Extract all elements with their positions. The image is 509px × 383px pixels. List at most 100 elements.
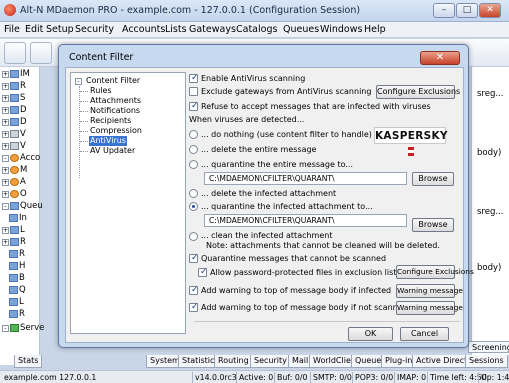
when-detected-heading: When viruses are detected... — [189, 115, 305, 124]
tree-item-notifications[interactable]: Notifications — [90, 106, 140, 116]
status-version: v14.0.0rc3 — [192, 372, 237, 383]
do-nothing-label: ... do nothing (use content filter to ha… — [201, 130, 372, 139]
tab-screening[interactable]: Screening — [468, 341, 509, 353]
cancel-button[interactable]: Cancel — [400, 327, 449, 341]
tree-item[interactable]: + V — [2, 141, 26, 152]
tree-item[interactable]: + R — [2, 81, 26, 92]
detail-fragment: body) — [477, 148, 502, 158]
mdaemon-app-icon — [4, 4, 16, 16]
tree-item-antivirus[interactable]: AntiVirus — [89, 136, 127, 146]
tree-item[interactable]: B — [8, 273, 25, 284]
tree-item-rules[interactable]: Rules — [90, 86, 112, 96]
tab-routing[interactable]: Routing — [214, 355, 253, 368]
tree-collapse-toggle[interactable]: - — [75, 78, 82, 85]
clean-attachment-radio[interactable] — [189, 232, 198, 241]
tree-item-av-updater[interactable]: AV Updater — [90, 146, 135, 156]
tree-item[interactable]: In — [8, 213, 27, 224]
quarantine-attachment-label: ... quarantine the infected attachment t… — [201, 202, 373, 211]
warn-not-scanned-checkbox[interactable]: ✓ — [189, 302, 199, 312]
tree-item-recipients[interactable]: Recipients — [90, 116, 131, 126]
exclude-gateways-checkbox[interactable] — [189, 87, 198, 96]
browse-message-path-button[interactable]: Browse — [412, 172, 454, 186]
tree-item[interactable]: H — [8, 261, 25, 272]
maximize-button[interactable]: □ — [456, 3, 478, 18]
menu-edit[interactable]: Edit — [25, 24, 43, 35]
do-nothing-radio[interactable] — [189, 130, 198, 139]
quarantine-message-radio[interactable] — [189, 160, 198, 169]
configure-password-exclusions-button[interactable]: Configure Exclusions — [396, 265, 474, 279]
minimize-button[interactable]: – — [433, 3, 455, 18]
allow-password-protected-label: Allow password-protected files in exclus… — [210, 268, 405, 277]
tree-item[interactable]: + S — [2, 93, 25, 104]
menu-windows[interactable]: Windows — [320, 24, 362, 35]
tree-item-compression[interactable]: Compression — [90, 126, 142, 136]
tree-item[interactable]: + A — [2, 177, 26, 188]
enable-antivirus-checkbox[interactable]: ✓ — [189, 73, 199, 83]
tree-item[interactable]: + D — [2, 117, 27, 128]
quarantine-attachment-path-field[interactable]: C:\MDAEMON\CFILTER\QUARANT\ — [204, 214, 407, 227]
mailbox-icon — [10, 118, 19, 126]
tree-item[interactable]: + M — [2, 165, 27, 176]
delete-message-radio[interactable] — [189, 145, 198, 154]
menu-file[interactable]: File — [4, 24, 20, 35]
mailbox-icon — [10, 94, 19, 102]
tree-item[interactable]: + L — [2, 225, 25, 236]
mail-icon — [9, 274, 18, 282]
tree-item[interactable]: R — [8, 309, 25, 320]
mail-icon — [9, 262, 18, 270]
tab-sessions[interactable]: Sessions — [465, 355, 508, 368]
clean-attachment-label: ... clean the infected attachment — [201, 231, 333, 240]
menu-catalogs[interactable]: Catalogs — [236, 24, 277, 35]
tab-security[interactable]: Security — [250, 355, 291, 368]
menu-queues[interactable]: Queues — [283, 24, 319, 35]
gear-toolbar-icon[interactable] — [30, 42, 52, 64]
ok-button[interactable]: OK — [348, 327, 393, 341]
queue-icon — [10, 202, 19, 210]
tree-root-content-filter[interactable]: Content Filter — [86, 76, 140, 86]
tree-item[interactable]: - Queu — [2, 201, 43, 212]
status-uptime: Up: 1:40 — [478, 372, 509, 383]
tree-item[interactable]: + R — [2, 237, 26, 248]
setup-toolbar-icon[interactable] — [4, 42, 26, 64]
status-bar: example.com 127.0.0.1 v14.0.0rc3 Active:… — [0, 370, 509, 383]
tree-item[interactable]: Q — [8, 285, 26, 296]
menu-gateways[interactable]: Gateways — [189, 24, 236, 35]
warn-infected-checkbox[interactable]: ✓ — [189, 285, 199, 295]
menu-security[interactable]: Security — [75, 24, 114, 35]
close-window-button[interactable]: ✕ — [479, 3, 501, 18]
tab-stats[interactable]: Stats — [14, 355, 43, 368]
tree-item[interactable]: R — [8, 249, 25, 260]
browse-attachment-path-button[interactable]: Browse — [412, 218, 454, 232]
menu-setup[interactable]: Setup — [46, 24, 74, 35]
allow-password-protected-checkbox[interactable]: ✓ — [198, 267, 208, 277]
mail-icon — [9, 214, 18, 222]
dialog-close-button[interactable]: ✕ — [420, 51, 460, 65]
mailbox-icon — [10, 82, 19, 90]
warning-message-not-scanned-button[interactable]: Warning message — [396, 301, 463, 315]
delete-attachment-radio[interactable] — [189, 189, 198, 198]
tree-item[interactable]: + D — [2, 105, 27, 116]
tree-item-attachments[interactable]: Attachments — [90, 96, 141, 106]
menu-help[interactable]: Help — [364, 24, 386, 35]
status-imap: IMAP: 0 — [394, 372, 426, 383]
tree-item[interactable]: + V — [2, 129, 26, 140]
warning-message-infected-button[interactable]: Warning message — [396, 284, 463, 298]
menu-accounts[interactable]: Accounts — [122, 24, 165, 35]
tree-item[interactable]: - Serve — [2, 323, 44, 334]
tree-item[interactable]: L — [8, 297, 24, 308]
refuse-infected-checkbox[interactable]: ✓ — [189, 101, 199, 111]
account-icon — [10, 166, 19, 174]
enable-antivirus-label: Enable AntiVirus scanning — [201, 74, 306, 83]
quarantine-message-label: ... quarantine the entire message to... — [201, 160, 353, 169]
configure-gateway-exclusions-button[interactable]: Configure Exclusions — [376, 85, 460, 99]
delete-message-label: ... delete the entire message — [201, 145, 317, 154]
dialog-separator — [194, 321, 460, 322]
tree-item[interactable]: + IM — [2, 69, 30, 80]
quarantine-attachment-radio[interactable] — [189, 202, 198, 211]
menu-lists[interactable]: Lists — [165, 24, 187, 35]
tree-item[interactable]: - Acco — [2, 153, 40, 164]
tree-item[interactable]: + O — [2, 189, 27, 200]
quarantine-unscanned-checkbox[interactable]: ✓ — [189, 253, 199, 263]
status-pop3: POP3: 0/0 — [352, 372, 393, 383]
quarantine-message-path-field[interactable]: C:\MDAEMON\CFILTER\QUARANT\ — [204, 172, 407, 185]
